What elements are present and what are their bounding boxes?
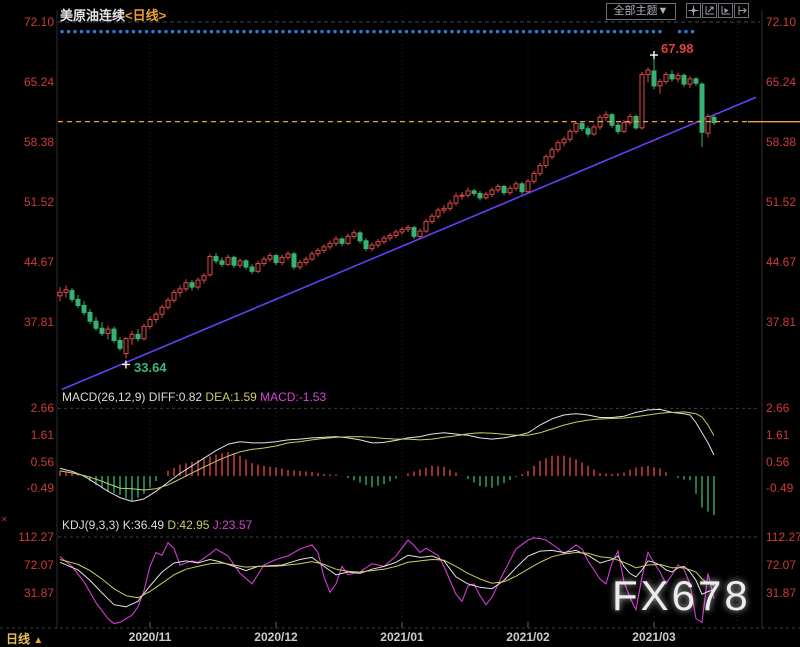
kdj-axis-label-right: 72.07 [766,558,797,572]
shift-axis-button[interactable] [734,3,749,18]
kdj-axis-label-left: 72.07 [23,558,54,572]
period-label: 日线 [6,632,31,646]
kdj-axis-label-left: 112.27 [18,530,54,544]
kdj-axis-label-left: 31.87 [23,586,54,600]
price-axis-label-left: 65.24 [23,75,54,90]
kdj-axis-label-right: 112.27 [766,530,800,544]
theme-selector-button[interactable]: 全部主题▼ [606,3,676,20]
price-axis-label-right: 72.10 [766,15,797,29]
kdj-j-readout: J:23.57 [212,518,253,532]
macd-axis-label-right: 2.66 [766,401,790,416]
macd-dea-readout: DEA:1.59 [205,390,257,404]
macd-params: MACD(26,12,9) [62,390,146,404]
axes-zoom-icon [705,6,714,15]
price-axis-label-left: 72.10 [23,15,54,29]
kdj-k-readout: K:36.49 [122,518,165,532]
axes-play-button[interactable] [718,3,733,18]
macd-axis-label-right: -0.49 [766,481,794,496]
zoom-axes-button[interactable] [702,3,717,18]
date-axis-label: 2021/01 [380,630,424,644]
macd-hist-readout: MACD:-1.53 [260,390,327,404]
price-axis-label-left: 51.52 [23,195,54,210]
date-axis-label: 2020/11 [128,630,172,644]
high-annotation: 67.98 [661,41,694,56]
date-axis-label: 2021/03 [632,630,676,644]
kdj-d-readout: D:42.95 [167,518,210,532]
price-axis-label-right: 44.67 [766,254,797,269]
price-axis-label-right: 58.38 [766,135,797,150]
pane-edge-marker: ✕ [1,515,8,524]
period-tag: <日线> [125,8,167,23]
price-axis-label-left: 44.67 [23,254,54,269]
price-axis-label-right: 51.52 [766,195,797,210]
macd-diff-readout: DIFF:0.82 [148,390,203,404]
price-axis-label-left: 58.38 [23,135,54,150]
price-axis-label-left: 37.81 [23,315,54,329]
macd-axis-label-right: 0.56 [766,454,790,469]
trading-app-window: 美原油连续<日线> 全部主题▼ 67.98 33.64 MACD(26,12,9… [0,0,800,647]
fx678-watermark: FX678 [612,572,751,619]
date-axis-label: 2021/02 [506,630,550,644]
low-annotation: 33.64 [134,360,167,375]
period-selector[interactable]: 日线 ▲ [6,630,43,647]
kdj-header: KDJ(9,3,3) K:36.49 D:42.95 J:23.57 [62,518,252,532]
period-up-arrow: ▲ [33,635,44,646]
crosshair-icon [688,5,699,16]
axes-play-icon [721,6,730,15]
chart-canvas[interactable] [0,0,800,647]
price-axis-label-right: 65.24 [766,75,797,90]
macd-axis-label-right: 1.61 [766,428,790,443]
axis-shift-icon [738,6,747,15]
kdj-axis-label-right: 31.87 [766,586,797,600]
macd-axis-label-left: 2.66 [30,401,54,416]
macd-axis-label-left: 1.61 [30,428,54,443]
macd-header: MACD(26,12,9) DIFF:0.82 DEA:1.59 MACD:-1… [62,390,326,404]
kdj-params: KDJ(9,3,3) [62,518,120,532]
chart-title: 美原油连续<日线> [60,5,166,25]
macd-axis-label-left: -0.49 [26,481,54,496]
crosshair-tool-button[interactable] [686,3,701,18]
date-axis-label: 2020/12 [254,630,298,644]
instrument-name: 美原油连续 [60,8,126,23]
macd-axis-label-left: 0.56 [30,454,54,469]
price-axis-label-right: 37.81 [766,315,797,329]
